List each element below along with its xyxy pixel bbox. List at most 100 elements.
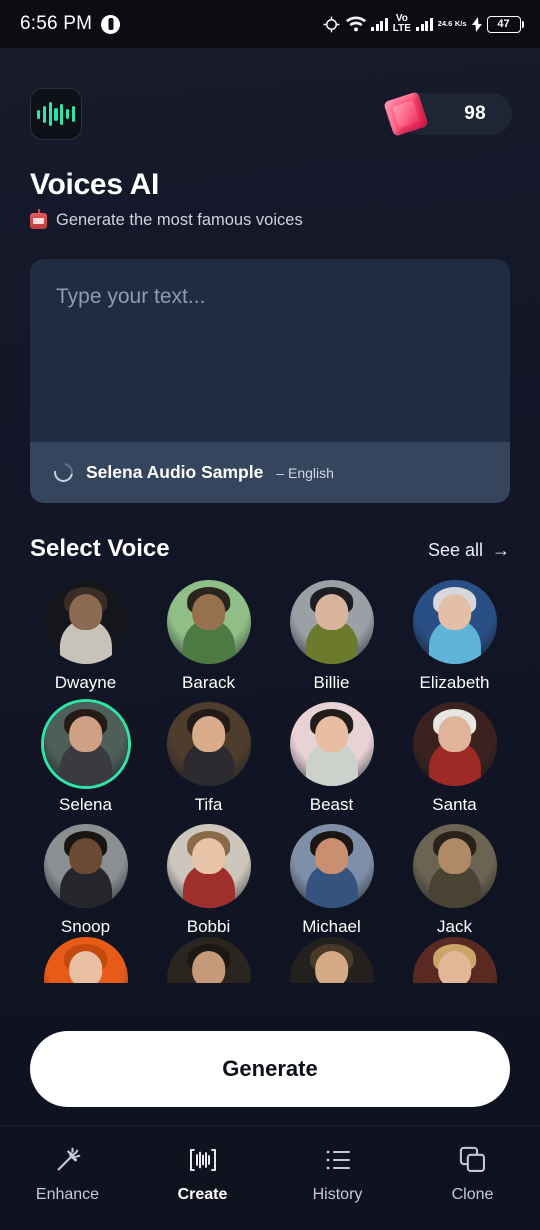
status-bar-right: Vo LTE 24.6 K/s 47 <box>322 13 524 34</box>
voice-avatar-wrap[interactable] <box>166 937 251 983</box>
nav-item-clone[interactable]: Clone <box>418 1144 528 1204</box>
voice-item[interactable] <box>147 937 270 983</box>
generate-button[interactable]: Generate <box>30 1031 510 1107</box>
avatar <box>166 824 251 908</box>
select-voice-header: Select Voice See all → <box>0 503 540 563</box>
avatar-face <box>191 838 226 874</box>
voice-item[interactable]: Beast <box>270 702 393 815</box>
battery-cap <box>521 20 524 28</box>
copy-layers-icon <box>456 1144 490 1176</box>
voice-name: Michael <box>302 917 361 936</box>
avatar-face <box>191 594 226 630</box>
nav-item-enhance[interactable]: Enhance <box>13 1144 123 1204</box>
avatar-face <box>437 951 472 983</box>
voice-item[interactable] <box>24 937 147 983</box>
voice-item[interactable]: Billie <box>270 580 393 693</box>
avatar <box>43 824 128 908</box>
voice-avatar-wrap[interactable] <box>166 702 251 786</box>
voice-name: Bobbi <box>186 917 231 936</box>
avatar-face <box>314 951 349 983</box>
app-header: 98 <box>0 48 540 140</box>
voice-avatar-wrap[interactable] <box>412 702 497 786</box>
volte-bottom: LTE <box>392 23 411 34</box>
waveform-scan-icon <box>186 1144 220 1176</box>
voice-avatar-wrap[interactable] <box>289 824 374 908</box>
text-input-card: Type your text... Selena Audio Sample – … <box>30 259 510 503</box>
avatar <box>289 702 374 786</box>
main-content: 98 Voices AI Generate the most famous vo… <box>0 48 540 1125</box>
voice-avatar-wrap[interactable] <box>412 580 497 664</box>
nav-item-history[interactable]: History <box>283 1144 393 1204</box>
list-icon <box>321 1144 355 1176</box>
voice-item[interactable]: Bobbi <box>147 824 270 937</box>
credits-badge[interactable]: 98 <box>383 91 512 137</box>
audio-sample-row[interactable]: Selena Audio Sample – English <box>30 442 510 503</box>
voice-avatar-wrap[interactable] <box>412 937 497 983</box>
nav-item-create[interactable]: Create <box>148 1144 258 1204</box>
voice-avatar-wrap[interactable] <box>43 702 128 786</box>
voice-avatar-wrap[interactable] <box>289 937 374 983</box>
nav-label-create: Create <box>177 1186 228 1203</box>
gem-diamond-icon <box>383 91 429 137</box>
page-title: Voices AI <box>30 168 160 201</box>
voice-avatar-wrap[interactable] <box>43 580 128 664</box>
voice-avatar-wrap[interactable] <box>166 580 251 664</box>
bottom-navigation: Enhance Create History Clone <box>0 1125 540 1230</box>
page-subtitle: Generate the most famous voices <box>0 202 540 230</box>
avatar <box>166 937 251 983</box>
avatar <box>166 580 251 664</box>
voice-name: Elizabeth <box>419 673 490 692</box>
voice-item[interactable] <box>393 937 516 983</box>
voice-item[interactable]: Michael <box>270 824 393 937</box>
app-notification-icon <box>101 14 121 34</box>
avatar-face <box>68 716 103 752</box>
voice-avatar-wrap[interactable] <box>289 580 374 664</box>
avatar-face <box>68 838 103 874</box>
voice-item[interactable]: Jack <box>393 824 516 937</box>
generate-button-wrap: Generate <box>0 1031 540 1107</box>
avatar-face <box>314 594 349 630</box>
nav-label-enhance: Enhance <box>35 1186 100 1203</box>
avatar <box>289 824 374 908</box>
avatar <box>43 937 128 983</box>
voice-grid-partial-row <box>0 937 540 983</box>
battery-icon: 47 <box>486 15 524 33</box>
voice-item[interactable]: Snoop <box>24 824 147 937</box>
voice-grid: Dwayne Barack Billie Elizabeth Selena Tifa Bea… <box>0 563 540 937</box>
voice-name: Billie <box>313 673 350 692</box>
arrow-right-icon: → <box>492 540 510 560</box>
magic-wand-icon <box>51 1144 85 1176</box>
avatar <box>43 702 128 786</box>
voice-item[interactable]: Dwayne <box>24 580 147 693</box>
voice-avatar-wrap[interactable] <box>412 824 497 908</box>
loading-spinner-icon <box>50 459 77 486</box>
robot-icon <box>30 212 47 229</box>
voice-item[interactable]: Tifa <box>147 702 270 815</box>
audio-sample-name: Selena Audio Sample <box>86 462 264 482</box>
voice-avatar-wrap[interactable] <box>289 702 374 786</box>
network-speed-value: 24.6 <box>437 19 453 29</box>
avatar <box>43 580 128 664</box>
audio-waveform-icon[interactable] <box>30 88 82 140</box>
voice-avatar-wrap[interactable] <box>43 937 128 983</box>
see-all-button[interactable]: See all → <box>428 540 510 561</box>
avatar-face <box>437 594 472 630</box>
voice-name: Santa <box>432 795 477 814</box>
volte-icon: Vo LTE <box>392 13 411 34</box>
text-input[interactable]: Type your text... <box>30 259 510 442</box>
voice-item[interactable]: Santa <box>393 702 516 815</box>
voice-item[interactable]: Selena <box>24 702 147 815</box>
avatar <box>289 937 374 983</box>
wifi-icon <box>345 16 366 32</box>
voice-avatar-wrap[interactable] <box>43 824 128 908</box>
audio-sample-language: – English <box>276 464 334 481</box>
voice-item[interactable] <box>270 937 393 983</box>
status-bar-left: 6:56 PM <box>20 13 121 35</box>
voice-avatar-wrap[interactable] <box>166 824 251 908</box>
avatar <box>412 580 497 664</box>
voice-item[interactable]: Barack <box>147 580 270 693</box>
avatar-face <box>437 838 472 874</box>
voice-item[interactable]: Elizabeth <box>393 580 516 693</box>
signal-bars-icon-2 <box>415 17 433 31</box>
waveform-bars <box>37 101 75 127</box>
